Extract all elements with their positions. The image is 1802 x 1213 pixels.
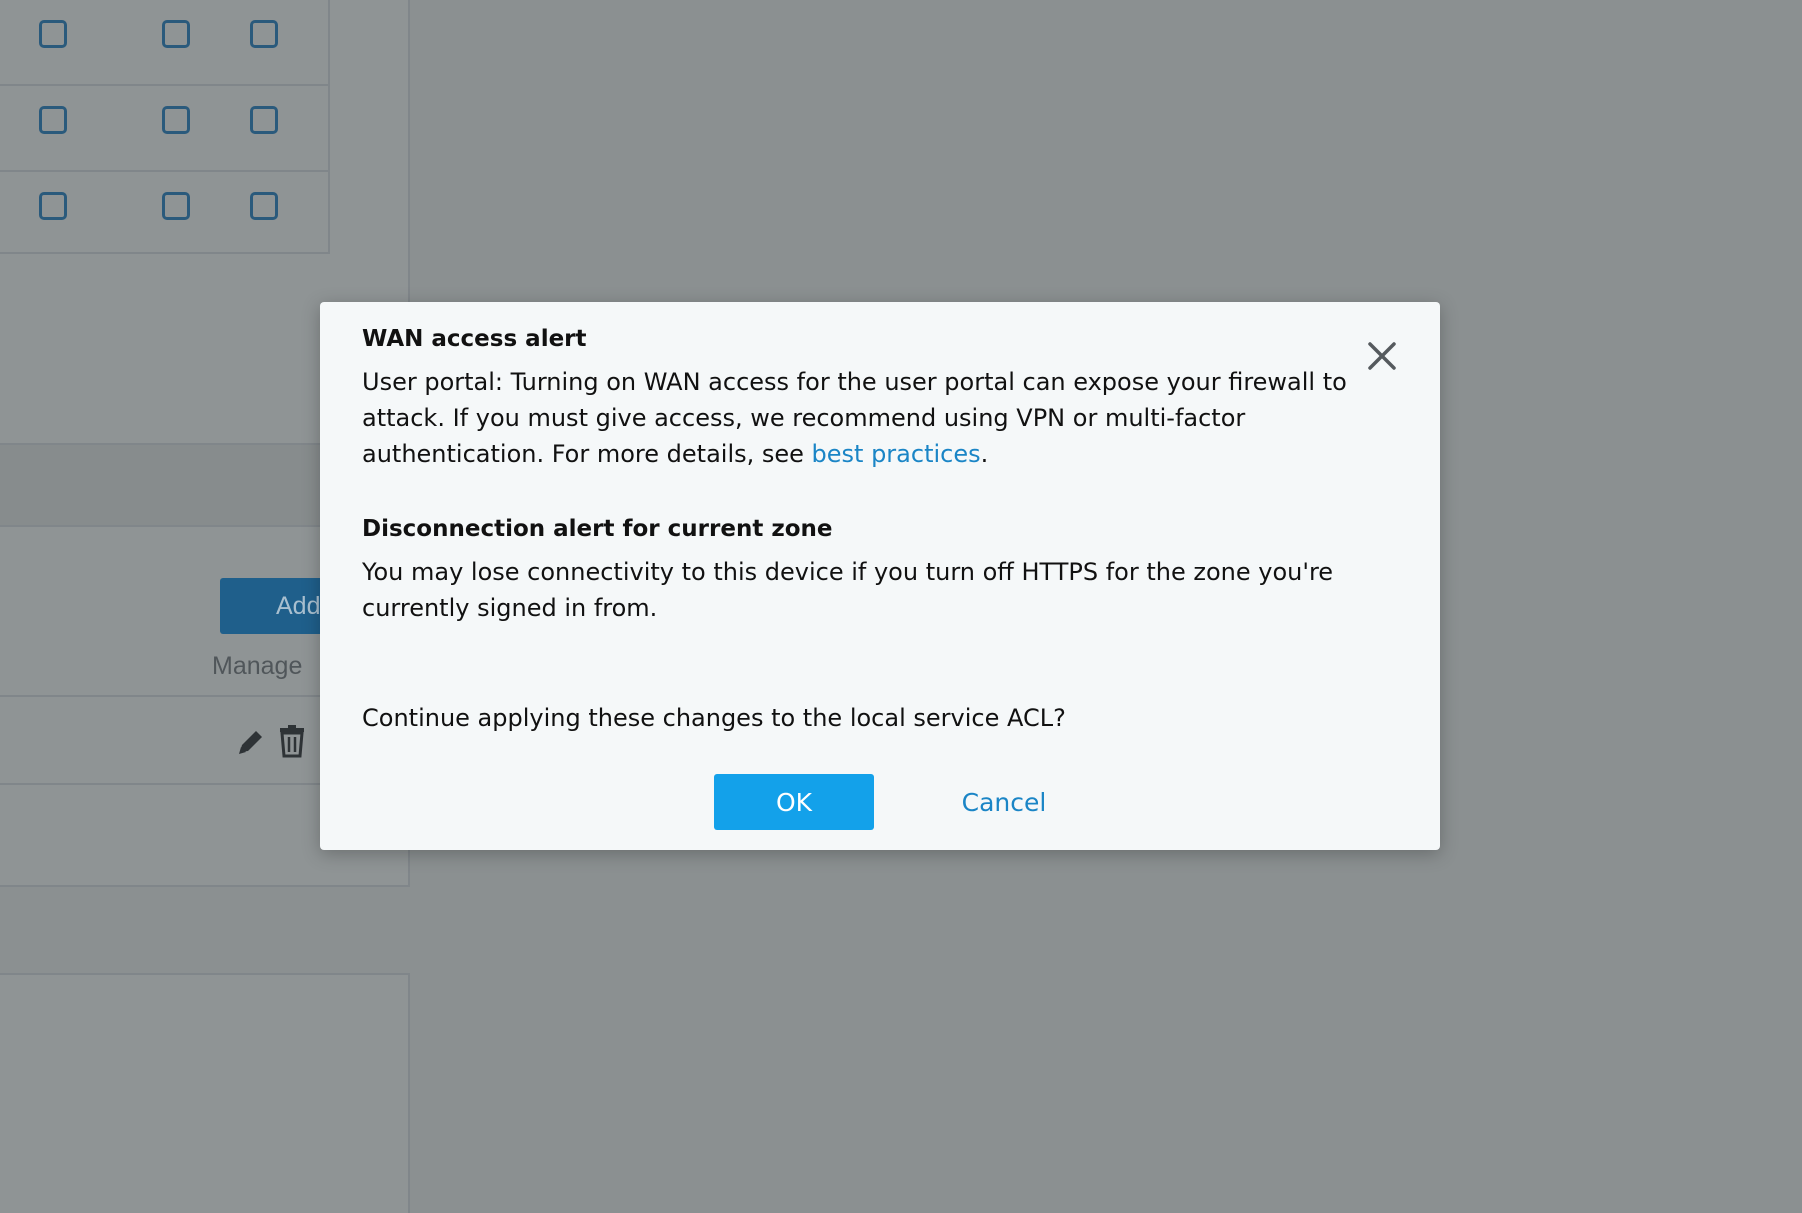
service-checkbox[interactable] [250,20,278,48]
service-checkbox[interactable] [250,192,278,220]
table-row [0,172,328,258]
table-row [0,86,328,172]
disconnection-message: You may lose connectivity to this device… [362,558,1334,622]
disconnection-title: Disconnection alert for current zone [362,516,833,542]
close-icon[interactable] [1366,340,1398,372]
wan-message-end: . [980,440,989,468]
cancel-button[interactable]: Cancel [924,774,1084,830]
service-checkbox[interactable] [39,106,67,134]
edit-icon[interactable] [234,725,268,759]
service-checkbox[interactable] [39,20,67,48]
ok-button[interactable]: OK [714,774,874,830]
service-acl-table [0,0,330,254]
service-checkbox[interactable] [250,106,278,134]
service-checkbox[interactable] [162,106,190,134]
service-checkbox[interactable] [39,192,67,220]
best-practices-link[interactable]: best practices [812,440,981,468]
lower-panel [0,973,410,1213]
manage-column-header: Manage [212,652,303,680]
confirmation-question: Continue applying these changes to the l… [362,704,1066,732]
wan-access-message: User portal: Turning on WAN access for t… [362,364,1362,472]
wan-access-alert-dialog: WAN access alert User portal: Turning on… [320,302,1440,850]
trash-icon[interactable] [278,724,306,758]
service-checkbox[interactable] [162,192,190,220]
table-row [0,0,328,86]
service-checkbox[interactable] [162,20,190,48]
dialog-title: WAN access alert [362,326,587,352]
